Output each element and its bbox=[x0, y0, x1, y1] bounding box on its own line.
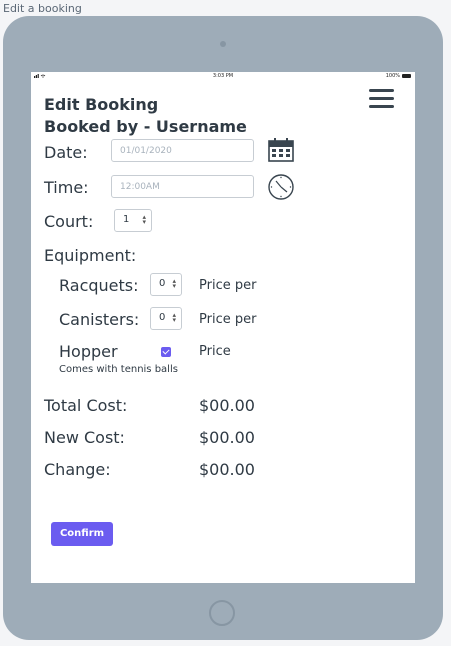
time-label: Time: bbox=[44, 178, 89, 197]
racquets-stepper[interactable]: 0 ▴ ▾ bbox=[150, 273, 182, 296]
clock-icon[interactable] bbox=[268, 174, 294, 204]
calendar-icon[interactable] bbox=[268, 138, 294, 166]
screen: 3:03 PM 100% Edit Booking Booked by - Us… bbox=[31, 72, 415, 583]
home-button[interactable] bbox=[209, 600, 235, 626]
new-cost-value: $00.00 bbox=[199, 428, 255, 447]
canisters-price: Price per bbox=[199, 312, 257, 327]
new-cost-label: New Cost: bbox=[44, 428, 125, 447]
confirm-button[interactable]: Confirm bbox=[51, 522, 113, 546]
status-time: 3:03 PM bbox=[212, 73, 234, 79]
hopper-price: Price bbox=[199, 344, 231, 359]
page-title: Edit Booking bbox=[44, 95, 159, 114]
equipment-label: Equipment: bbox=[44, 246, 137, 265]
date-label: Date: bbox=[44, 143, 88, 162]
court-value: 1 bbox=[123, 214, 130, 225]
stepper-arrows-icon[interactable]: ▴ ▾ bbox=[172, 278, 176, 290]
battery-percent: 100% bbox=[385, 73, 400, 79]
stepper-arrows-icon[interactable]: ▴ ▾ bbox=[142, 214, 146, 226]
hopper-label: Hopper bbox=[59, 342, 118, 361]
battery-icon bbox=[402, 74, 411, 78]
battery-status: 100% bbox=[386, 73, 411, 79]
hopper-note: Comes with tennis balls bbox=[59, 364, 178, 375]
change-value: $00.00 bbox=[199, 460, 255, 479]
date-input[interactable]: 01/01/2020 bbox=[111, 139, 254, 162]
time-input[interactable]: 12:00AM bbox=[111, 175, 254, 198]
court-label: Court: bbox=[44, 212, 94, 231]
canisters-value: 0 bbox=[159, 312, 166, 323]
canisters-stepper[interactable]: 0 ▴ ▾ bbox=[150, 307, 182, 330]
canisters-label: Canisters: bbox=[59, 310, 140, 329]
total-cost-value: $00.00 bbox=[199, 396, 255, 415]
status-bar: 3:03 PM 100% bbox=[31, 72, 415, 80]
racquets-value: 0 bbox=[159, 278, 166, 289]
stepper-arrows-icon[interactable]: ▴ ▾ bbox=[172, 312, 176, 324]
tablet-device: 3:03 PM 100% Edit Booking Booked by - Us… bbox=[3, 16, 443, 640]
racquets-label: Racquets: bbox=[59, 276, 139, 295]
hopper-checkbox[interactable] bbox=[161, 347, 171, 357]
court-stepper[interactable]: 1 ▴ ▾ bbox=[114, 209, 152, 232]
change-label: Change: bbox=[44, 460, 111, 479]
hamburger-menu-icon[interactable] bbox=[369, 89, 395, 110]
racquets-price: Price per bbox=[199, 278, 257, 293]
frame-title: Edit a booking bbox=[3, 2, 82, 15]
camera-dot bbox=[220, 41, 226, 47]
total-cost-label: Total Cost: bbox=[44, 396, 128, 415]
page-subtitle: Booked by - Username bbox=[44, 117, 247, 136]
